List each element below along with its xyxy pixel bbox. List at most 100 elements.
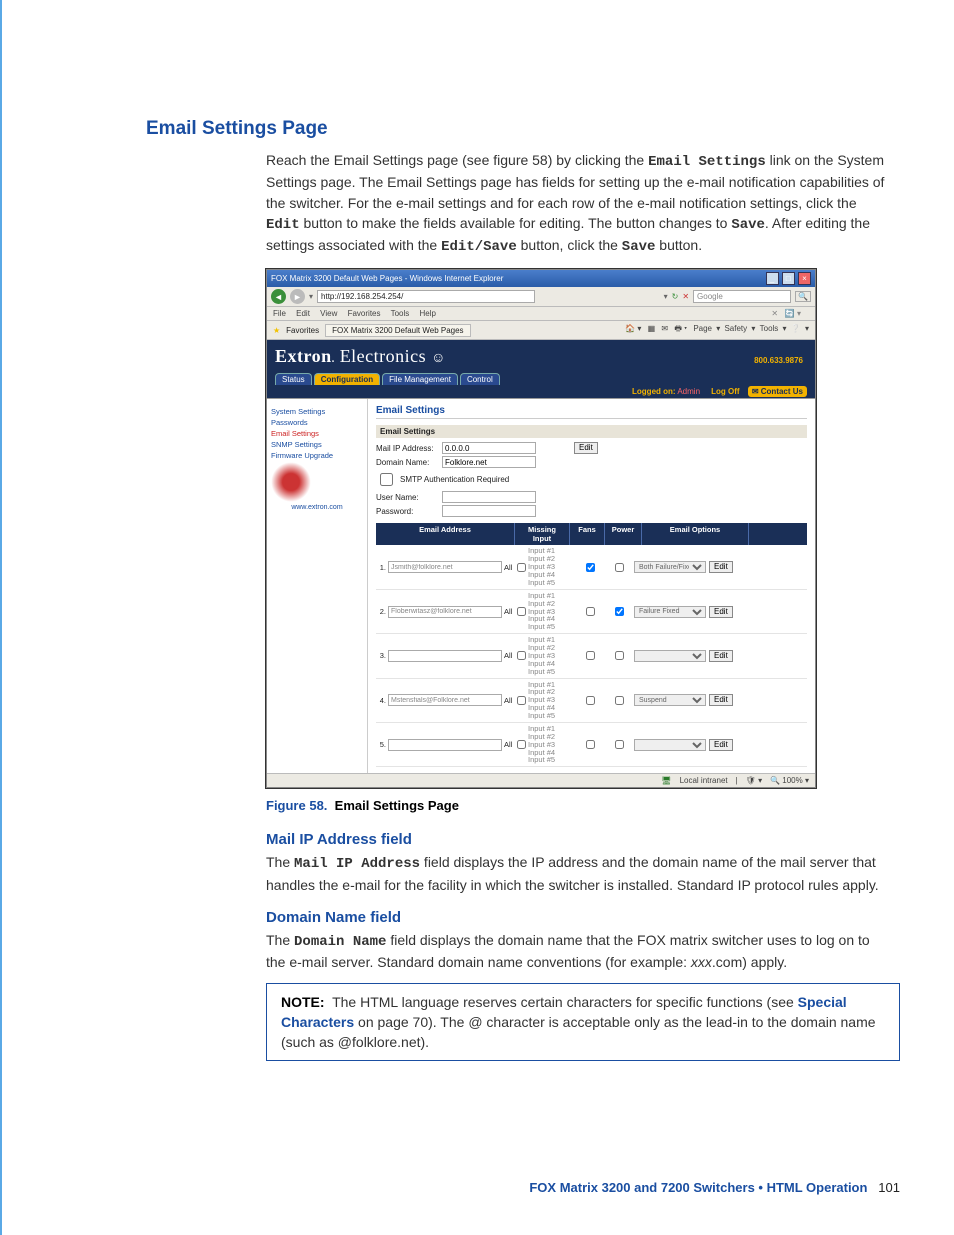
sidebar-item-system[interactable]: System Settings	[271, 407, 363, 416]
inputs-list[interactable]: Input #1Input #2Input #3Input #4Input #5	[528, 636, 576, 675]
url-field[interactable]: http://192.168.254.254/	[317, 290, 535, 303]
tab-status[interactable]: Status	[275, 373, 312, 385]
intro-text: button, click the	[517, 237, 622, 253]
menu-favorites[interactable]: Favorites	[348, 309, 381, 318]
mail-icon[interactable]: ✉	[661, 324, 668, 333]
favorites-label[interactable]: Favorites	[286, 326, 319, 335]
inputs-list[interactable]: Input #1Input #2Input #3Input #4Input #5	[528, 725, 576, 764]
search-input[interactable]: Google	[693, 290, 791, 303]
col-power: Power	[605, 523, 642, 545]
edit-settings-button[interactable]: Edit	[574, 442, 598, 454]
all-checkbox[interactable]	[517, 651, 526, 660]
mailip-label: Mail IP Address:	[376, 444, 438, 453]
inputs-list[interactable]: Input #1Input #2Input #3Input #4Input #5	[528, 592, 576, 631]
intro-text: button.	[655, 237, 702, 253]
power-checkbox[interactable]	[615, 607, 624, 616]
menu-help[interactable]: Help	[420, 309, 436, 318]
browser-tab[interactable]: FOX Matrix 3200 Default Web Pages	[325, 324, 470, 337]
help-icon[interactable]: ❔	[791, 324, 801, 333]
tools-menu[interactable]: Tools	[760, 324, 779, 333]
smtp-auth-checkbox[interactable]	[380, 473, 393, 486]
fans-checkbox[interactable]	[586, 696, 595, 705]
tab-control[interactable]: Control	[460, 373, 500, 385]
mailip-input[interactable]	[442, 442, 536, 454]
edit-row-button[interactable]: Edit	[709, 739, 733, 751]
edit-button-ref: Edit	[266, 217, 300, 233]
note-text: The HTML language reserves certain chara…	[332, 994, 798, 1010]
email-address-input[interactable]	[388, 739, 502, 751]
back-icon[interactable]: ◄	[271, 289, 286, 304]
logoff-link[interactable]: Log Off	[711, 387, 739, 396]
table-row: 4.AllInput #1Input #2Input #3Input #4Inp…	[376, 679, 807, 723]
protected-mode-icon: 🛡 ▾	[746, 776, 762, 785]
username-input[interactable]	[442, 491, 536, 503]
power-checkbox[interactable]	[615, 651, 624, 660]
safety-menu[interactable]: Safety	[724, 324, 747, 333]
all-label: All	[504, 740, 512, 749]
sidebar-url[interactable]: www.extron.com	[271, 504, 363, 511]
print-icon[interactable]: 🖶 ▾	[674, 324, 687, 333]
email-options-select[interactable]	[634, 739, 706, 751]
email-options-select[interactable]	[634, 650, 706, 662]
zoom-level[interactable]: 🔍 100% ▾	[770, 776, 809, 785]
fans-checkbox[interactable]	[586, 740, 595, 749]
inputs-list[interactable]: Input #1Input #2Input #3Input #4Input #5	[528, 547, 576, 586]
edit-row-button[interactable]: Edit	[709, 561, 733, 573]
page-menu[interactable]: Page	[693, 324, 712, 333]
all-checkbox[interactable]	[517, 607, 526, 616]
panel-heading: Email Settings	[376, 425, 807, 438]
power-checkbox[interactable]	[615, 563, 624, 572]
menu-file[interactable]: File	[273, 309, 286, 318]
password-input[interactable]	[442, 505, 536, 517]
minimize-icon[interactable]: _	[766, 272, 779, 285]
power-checkbox[interactable]	[615, 740, 624, 749]
fans-checkbox[interactable]	[586, 607, 595, 616]
inputs-list[interactable]: Input #1Input #2Input #3Input #4Input #5	[528, 681, 576, 720]
col-missing-input: Missing Input	[515, 523, 570, 545]
maximize-icon[interactable]: □	[782, 272, 795, 285]
edit-row-button[interactable]: Edit	[709, 694, 733, 706]
email-address-input[interactable]	[388, 694, 502, 706]
intro-paragraph: Reach the Email Settings page (see figur…	[266, 150, 890, 257]
fans-checkbox[interactable]	[586, 651, 595, 660]
domain-input[interactable]	[442, 456, 536, 468]
edit-row-button[interactable]: Edit	[709, 606, 733, 618]
email-address-input[interactable]	[388, 650, 502, 662]
fans-checkbox[interactable]	[586, 563, 595, 572]
logged-on-label: Logged on:	[632, 387, 676, 396]
power-checkbox[interactable]	[615, 696, 624, 705]
sidebar-item-snmp[interactable]: SNMP Settings	[271, 440, 363, 449]
sidebar-item-firmware[interactable]: Firmware Upgrade	[271, 451, 363, 460]
email-address-input[interactable]	[388, 606, 502, 618]
menu-view[interactable]: View	[320, 309, 337, 318]
all-checkbox[interactable]	[517, 740, 526, 749]
edit-row-button[interactable]: Edit	[709, 650, 733, 662]
close-icon[interactable]: ×	[798, 272, 811, 285]
mailip-field-ref: Mail IP Address	[294, 856, 420, 872]
tab-file-management[interactable]: File Management	[382, 373, 458, 385]
all-checkbox[interactable]	[517, 696, 526, 705]
sidebar-item-passwords[interactable]: Passwords	[271, 418, 363, 427]
email-options-select[interactable]: Failure Fixed	[634, 606, 706, 618]
domain-label: Domain Name:	[376, 458, 438, 467]
email-options-select[interactable]: Suspend	[634, 694, 706, 706]
menu-tools[interactable]: Tools	[391, 309, 410, 318]
all-checkbox[interactable]	[517, 563, 526, 572]
email-address-input[interactable]	[388, 561, 502, 573]
sidebar-item-email[interactable]: Email Settings	[271, 429, 363, 438]
tab-configuration[interactable]: Configuration	[314, 373, 380, 385]
forward-icon[interactable]: ►	[290, 289, 305, 304]
editsave-ref: Edit/Save	[441, 239, 517, 255]
contact-us-button[interactable]: ✉ Contact Us	[748, 386, 807, 397]
note-box: NOTE: The HTML language reserves certain…	[266, 983, 900, 1062]
table-row: 1.AllInput #1Input #2Input #3Input #4Inp…	[376, 545, 807, 589]
email-options-select[interactable]: Both Failure/Fixed	[634, 561, 706, 573]
row-number: 4.	[376, 696, 388, 705]
login-bar: Logged on: Admin Log Off ✉ Contact Us	[267, 385, 815, 398]
feed-icon[interactable]: ▦	[648, 324, 656, 333]
star-icon[interactable]: ★	[273, 326, 280, 335]
home-icon[interactable]: 🏠 ▾	[625, 324, 641, 333]
notification-table: Email Address Missing Input Fans Power E…	[376, 523, 807, 767]
menu-edit[interactable]: Edit	[296, 309, 310, 318]
example-italic: xxx	[691, 954, 712, 970]
